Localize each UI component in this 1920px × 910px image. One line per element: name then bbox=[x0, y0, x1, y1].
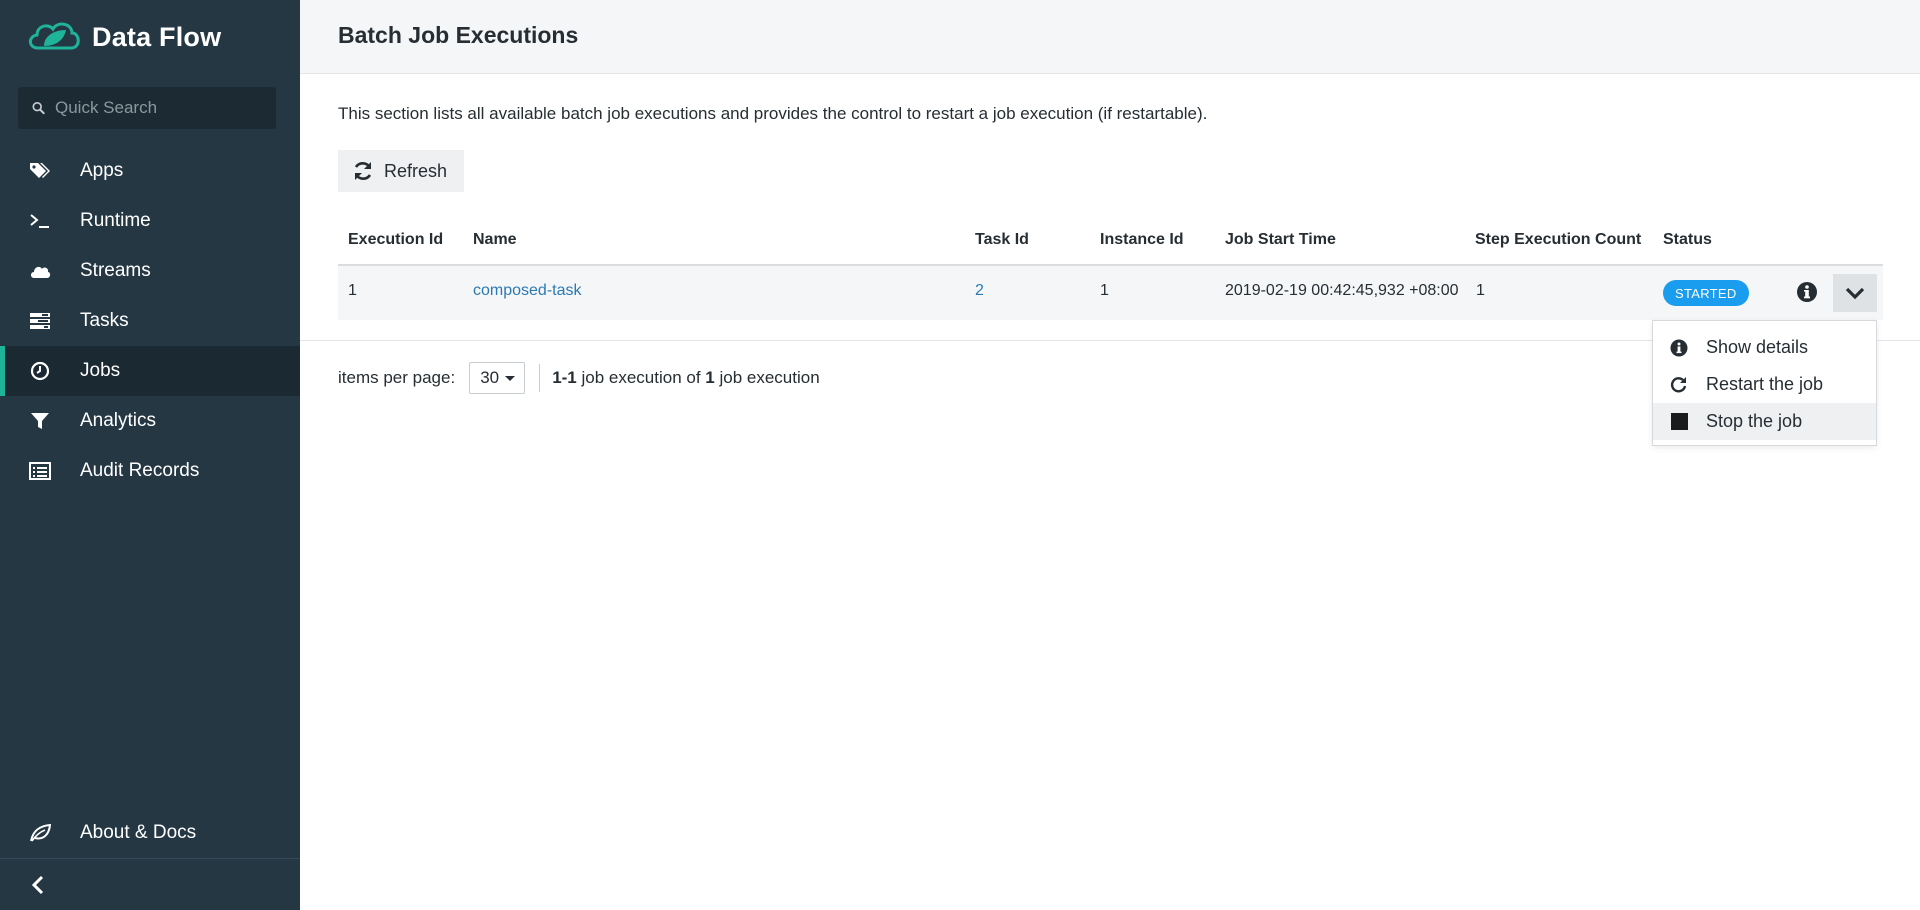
pagination-text-end: job execution bbox=[714, 368, 820, 387]
sidebar-item-label: Runtime bbox=[80, 210, 151, 231]
items-per-page-value: 30 bbox=[480, 368, 500, 387]
tags-icon bbox=[28, 160, 52, 182]
job-name-link[interactable]: composed-task bbox=[473, 282, 582, 300]
task-id-link[interactable]: 2 bbox=[975, 282, 984, 300]
pagination-total: 1 bbox=[705, 368, 715, 387]
sidebar-item-label: Tasks bbox=[80, 310, 129, 331]
column-header-execution-id[interactable]: Execution Id bbox=[348, 231, 443, 249]
job-start-time-cell: 2019-02-19 00:42:45,932 +08:00 bbox=[1225, 282, 1459, 299]
quick-search bbox=[18, 87, 276, 129]
brand-title: Data Flow bbox=[92, 21, 222, 52]
pagination-text: job execution of bbox=[576, 368, 706, 387]
sidebar-item-jobs[interactable]: Jobs bbox=[0, 346, 300, 396]
sidebar-item-runtime[interactable]: Runtime bbox=[0, 196, 300, 246]
filter-icon bbox=[28, 410, 52, 432]
sidebar-item-streams[interactable]: Streams bbox=[0, 246, 300, 296]
table-header: Execution Id Name Task Id Instance Id Jo… bbox=[338, 222, 1883, 266]
chevron-left-icon bbox=[31, 875, 44, 894]
sidebar-item-label: Jobs bbox=[80, 360, 121, 381]
stop-icon bbox=[1669, 412, 1689, 432]
menu-item-stop-job[interactable]: Stop the job bbox=[1653, 403, 1876, 440]
sidebar-item-label: About & Docs bbox=[80, 822, 197, 843]
search-input[interactable] bbox=[55, 87, 276, 129]
page-description: This section lists all available batch j… bbox=[338, 104, 1208, 123]
cloud-icon bbox=[28, 260, 52, 282]
items-per-page-label: items per page: bbox=[338, 368, 456, 387]
menu-item-label: Restart the job bbox=[1706, 374, 1824, 394]
column-header-instance-id[interactable]: Instance Id bbox=[1100, 231, 1184, 249]
sidebar-item-tasks[interactable]: Tasks bbox=[0, 296, 300, 346]
column-header-status[interactable]: Status bbox=[1663, 231, 1712, 249]
sidebar-item-label: Audit Records bbox=[80, 460, 200, 481]
restart-icon bbox=[1669, 375, 1689, 395]
instance-id-cell: 1 bbox=[1100, 282, 1109, 299]
menu-item-label: Stop the job bbox=[1706, 411, 1803, 431]
actions-dropdown-toggle[interactable] bbox=[1833, 274, 1877, 312]
leaf-icon bbox=[28, 822, 52, 844]
terminal-icon bbox=[28, 210, 52, 232]
job-executions-table: Execution Id Name Task Id Instance Id Jo… bbox=[338, 222, 1883, 320]
page-title: Batch Job Executions bbox=[338, 22, 579, 48]
status-badge: STARTED bbox=[1663, 280, 1749, 306]
info-icon bbox=[1797, 282, 1817, 302]
sidebar-item-apps[interactable]: Apps bbox=[0, 146, 300, 196]
pagination: items per page: 30 1-1 job execution of … bbox=[338, 362, 820, 394]
job-actions-menu: Show details Restart the job Stop the jo… bbox=[1652, 320, 1877, 446]
step-execution-count-cell: 1 bbox=[1476, 282, 1485, 299]
column-header-job-start-time[interactable]: Job Start Time bbox=[1225, 231, 1336, 249]
pagination-range: 1-1 bbox=[552, 368, 577, 387]
caret-down-icon bbox=[505, 375, 516, 381]
sidebar: Data Flow Apps Runtime Streams bbox=[0, 0, 300, 910]
divider bbox=[539, 364, 541, 392]
brand[interactable]: Data Flow bbox=[26, 18, 221, 56]
menu-item-label: Show details bbox=[1706, 337, 1809, 357]
sidebar-item-analytics[interactable]: Analytics bbox=[0, 396, 300, 446]
tasks-icon bbox=[28, 310, 52, 332]
sidebar-item-label: Apps bbox=[80, 160, 124, 181]
info-button[interactable] bbox=[1793, 278, 1821, 306]
sidebar-nav: Apps Runtime Streams Tasks Jobs Analytic… bbox=[0, 146, 300, 496]
column-header-step-execution-count[interactable]: Step Execution Count bbox=[1475, 231, 1641, 249]
clock-icon bbox=[28, 360, 52, 382]
column-header-name[interactable]: Name bbox=[473, 231, 517, 249]
sidebar-item-about-docs[interactable]: About & Docs bbox=[0, 808, 300, 858]
chevron-down-icon bbox=[1845, 287, 1865, 300]
execution-id-cell: 1 bbox=[348, 282, 357, 299]
menu-item-restart-job[interactable]: Restart the job bbox=[1653, 366, 1876, 403]
table-row: 1 composed-task 2 1 2019-02-19 00:42:45,… bbox=[338, 266, 1883, 320]
page-header: Batch Job Executions bbox=[300, 0, 1920, 74]
sidebar-item-audit-records[interactable]: Audit Records bbox=[0, 446, 300, 496]
refresh-label: Refresh bbox=[384, 160, 448, 181]
refresh-button[interactable]: Refresh bbox=[338, 150, 464, 192]
list-icon bbox=[28, 460, 52, 482]
info-icon bbox=[1669, 338, 1689, 358]
items-per-page-select[interactable]: 30 bbox=[469, 362, 526, 394]
sidebar-item-label: Analytics bbox=[80, 410, 157, 431]
menu-item-show-details[interactable]: Show details bbox=[1653, 329, 1876, 366]
refresh-icon bbox=[354, 162, 372, 180]
pagination-summary: 1-1 job execution of 1 job execution bbox=[552, 368, 819, 388]
collapse-sidebar-button[interactable] bbox=[0, 858, 300, 910]
sidebar-item-label: Streams bbox=[80, 260, 151, 281]
spring-cloud-logo-icon bbox=[28, 22, 80, 50]
column-header-task-id[interactable]: Task Id bbox=[975, 231, 1029, 249]
search-icon bbox=[32, 101, 45, 115]
